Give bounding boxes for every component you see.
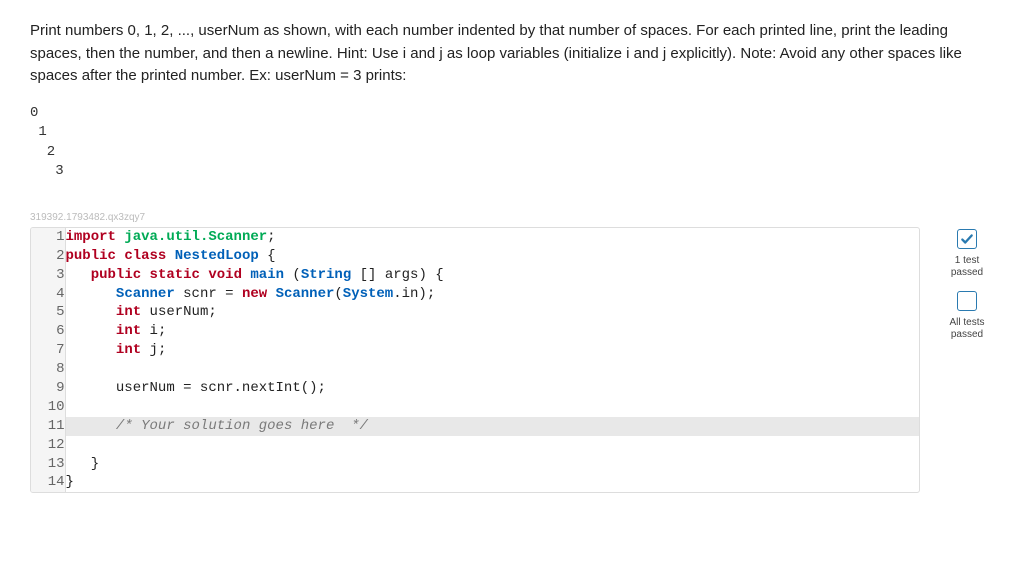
status-2-label: All tests passed bbox=[940, 317, 994, 341]
code-row: 13 } bbox=[31, 455, 919, 474]
code-row: 11 /* Your solution goes here */ bbox=[31, 417, 919, 436]
code-line[interactable]: public class NestedLoop { bbox=[65, 247, 919, 266]
code-row: 2public class NestedLoop { bbox=[31, 247, 919, 266]
editor-row: 1import java.util.Scanner;2public class … bbox=[30, 227, 994, 493]
code-line[interactable]: Scanner scnr = new Scanner(System.in); bbox=[65, 285, 919, 304]
code-line[interactable]: public static void main (String [] args)… bbox=[65, 266, 919, 285]
code-line[interactable]: int j; bbox=[65, 341, 919, 360]
line-number: 8 bbox=[31, 360, 65, 379]
code-row: 4 Scanner scnr = new Scanner(System.in); bbox=[31, 285, 919, 304]
checkbox-empty-icon bbox=[957, 291, 977, 311]
line-number: 2 bbox=[31, 247, 65, 266]
code-row: 6 int i; bbox=[31, 322, 919, 341]
line-number: 6 bbox=[31, 322, 65, 341]
code-line[interactable]: int userNum; bbox=[65, 303, 919, 322]
problem-description: Print numbers 0, 1, 2, ..., userNum as s… bbox=[30, 20, 994, 88]
line-number: 1 bbox=[31, 228, 65, 247]
line-number: 7 bbox=[31, 341, 65, 360]
code-row: 5 int userNum; bbox=[31, 303, 919, 322]
code-row: 9 userNum = scnr.nextInt(); bbox=[31, 379, 919, 398]
code-row: 12 bbox=[31, 436, 919, 455]
code-line[interactable] bbox=[65, 360, 919, 379]
code-row: 8 bbox=[31, 360, 919, 379]
test-status-sidebar: 1 test passed All tests passed bbox=[940, 227, 994, 347]
line-number: 3 bbox=[31, 266, 65, 285]
code-line[interactable]: } bbox=[65, 455, 919, 474]
line-number: 14 bbox=[31, 473, 65, 492]
status-1-label: 1 test passed bbox=[940, 255, 994, 279]
line-number: 11 bbox=[31, 417, 65, 436]
code-line[interactable] bbox=[65, 398, 919, 417]
line-number: 5 bbox=[31, 303, 65, 322]
line-number: 12 bbox=[31, 436, 65, 455]
code-line[interactable]: /* Your solution goes here */ bbox=[65, 417, 919, 436]
code-row: 7 int j; bbox=[31, 341, 919, 360]
code-line[interactable]: import java.util.Scanner; bbox=[65, 228, 919, 247]
line-number: 13 bbox=[31, 455, 65, 474]
code-line[interactable]: userNum = scnr.nextInt(); bbox=[65, 379, 919, 398]
code-row: 1import java.util.Scanner; bbox=[31, 228, 919, 247]
checkmark-icon bbox=[957, 229, 977, 249]
code-row: 3 public static void main (String [] arg… bbox=[31, 266, 919, 285]
example-output: 0 1 2 3 bbox=[30, 104, 994, 182]
code-line[interactable]: } bbox=[65, 473, 919, 492]
tracking-id: 319392.1793482.qx3zqy7 bbox=[30, 212, 994, 223]
code-line[interactable] bbox=[65, 436, 919, 455]
code-line[interactable]: int i; bbox=[65, 322, 919, 341]
line-number: 9 bbox=[31, 379, 65, 398]
line-number: 4 bbox=[31, 285, 65, 304]
code-editor[interactable]: 1import java.util.Scanner;2public class … bbox=[30, 227, 920, 493]
line-number: 10 bbox=[31, 398, 65, 417]
code-row: 10 bbox=[31, 398, 919, 417]
code-row: 14} bbox=[31, 473, 919, 492]
